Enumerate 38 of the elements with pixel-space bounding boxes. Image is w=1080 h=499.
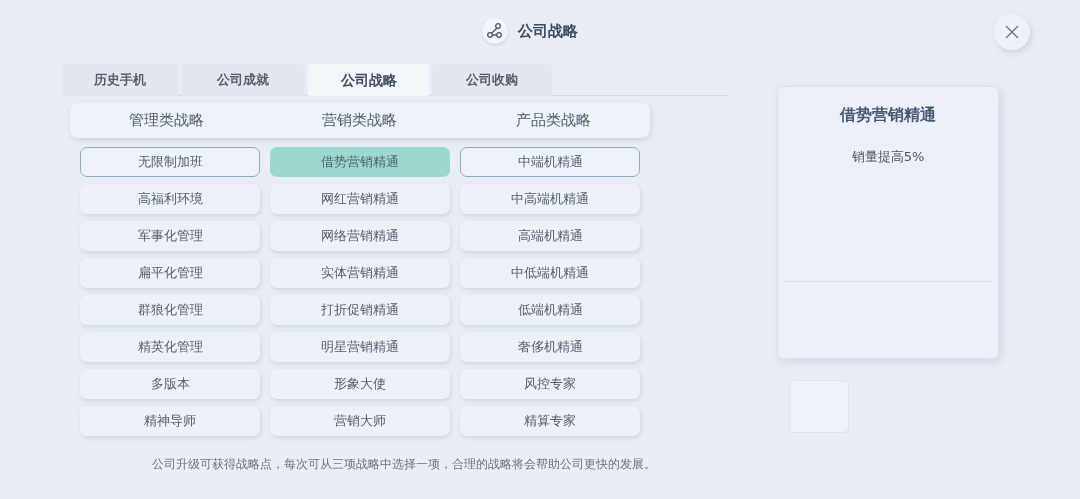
close-icon	[1005, 25, 1019, 39]
strategy-button[interactable]: 高端机精通	[460, 221, 640, 251]
strategy-button[interactable]: 高福利环境	[80, 184, 260, 214]
strategy-button[interactable]: 中低端机精通	[460, 258, 640, 288]
strategy-button[interactable]: 明星营销精通	[270, 332, 450, 362]
tab[interactable]: 公司收购	[432, 64, 552, 96]
strategy-button[interactable]: 无限制加班	[80, 147, 260, 177]
strategy-button[interactable]: 打折促销精通	[270, 295, 450, 325]
window-title: 公司战略	[518, 20, 578, 42]
close-button[interactable]	[994, 14, 1030, 50]
strategy-button[interactable]: 实体营销精通	[270, 258, 450, 288]
strategy-button[interactable]: 群狼化管理	[80, 295, 260, 325]
category-heading: 营销类战略	[321, 110, 399, 132]
strategy-button[interactable]: 奢侈机精通	[460, 332, 640, 362]
tab[interactable]: 历史手机	[62, 64, 178, 96]
strategy-button[interactable]: 多版本	[80, 369, 260, 399]
strategy-button[interactable]: 营销大师	[270, 406, 450, 436]
strategy-button[interactable]: 中高端机精通	[460, 184, 640, 214]
tab[interactable]: 公司战略	[308, 64, 429, 96]
share-nodes-icon	[482, 18, 508, 44]
detail-title: 借势营销精通	[838, 104, 937, 126]
strategy-button[interactable]: 中端机精通	[460, 147, 640, 177]
strategy-button[interactable]: 扁平化管理	[80, 258, 260, 288]
strategy-button[interactable]: 借势营销精通	[270, 147, 450, 177]
detail-effect: 销量提高5%	[850, 148, 926, 166]
strategy-button[interactable]: 风控专家	[460, 369, 640, 399]
strategy-button[interactable]: 网络营销精通	[270, 221, 450, 251]
category-heading: 产品类战略	[514, 110, 592, 132]
strategy-button[interactable]: 形象大使	[270, 369, 450, 399]
strategy-button[interactable]: 精英化管理	[80, 332, 260, 362]
tab[interactable]: 公司成就	[181, 64, 305, 96]
strategy-button[interactable]: 精算专家	[460, 406, 640, 436]
strategy-button[interactable]: 军事化管理	[80, 221, 260, 251]
category-heading: 管理类战略	[128, 110, 206, 132]
strategy-button[interactable]: 网红营销精通	[270, 184, 450, 214]
strategy-button[interactable]: 精神导师	[80, 406, 260, 436]
strategy-button[interactable]: 低端机精通	[460, 295, 640, 325]
hint-text: 公司升级可获得战略点，每次可从三项战略中选择一项，合理的战略将会帮助公司更快的发展。	[151, 456, 657, 473]
